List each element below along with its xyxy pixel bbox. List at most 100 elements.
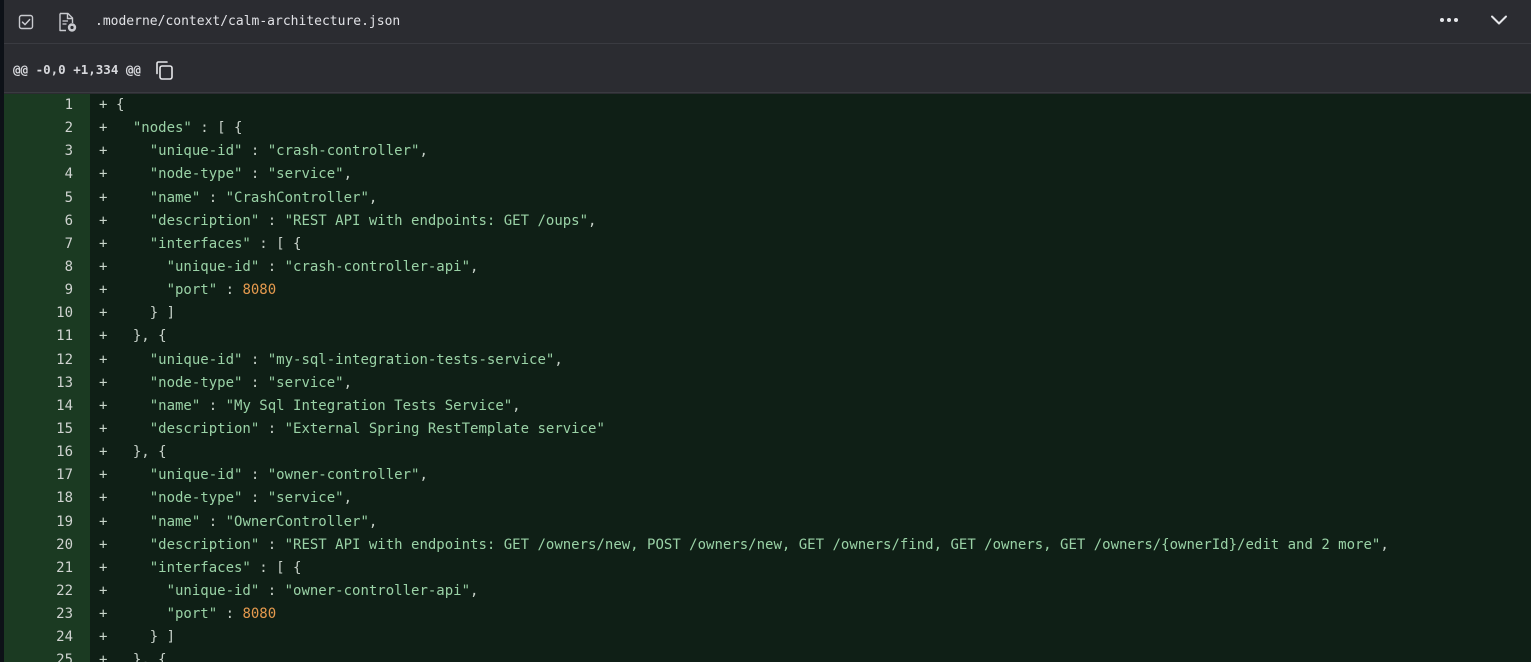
code-token: : [ { [191,120,243,137]
diff-line: 8 + "unique-id" : "crash-controller-api", [4,256,1531,279]
code-text: "description" : "REST API with endpoints… [116,210,597,233]
code-token: "port" [166,606,218,623]
code-text: { [116,94,124,117]
line-number: 25 [56,652,73,662]
line-number: 21 [56,559,73,576]
line-number: 10 [56,305,73,322]
diff-line: 23 + "port" : 8080 [4,603,1531,626]
code-token: , [343,374,353,391]
line-number: 8 [64,258,73,275]
code-token: : [217,282,243,299]
code-token: "OwnerController" [225,513,369,530]
code-token: "service" [267,166,344,183]
code-token: "External Spring RestTemplate service" [284,420,605,437]
code-token: "description" [149,536,260,553]
file-path: .moderne/context/calm-architecture.json [95,14,401,29]
diff-body: 1 + {2 + "nodes" : [ {3 + "unique-id" : "cra… [4,94,1531,662]
code-token: , [343,166,353,183]
code-token: "node-type" [149,374,243,391]
code-token: 8080 [242,606,277,623]
added-marker: + [99,513,108,530]
code-token: , [343,490,353,507]
diff-line: 14 + "name" : "My Sql Integration Tests S… [4,395,1531,418]
line-number: 16 [56,444,73,461]
code-token: , [470,582,479,599]
added-marker: + [99,305,108,322]
code-token: : [259,258,285,275]
line-number: 22 [56,582,73,599]
added-marker: + [99,559,108,576]
line-number: 12 [56,351,73,368]
code-text: "interfaces" : [ { [116,233,302,256]
diff-line: 1 + { [4,94,1531,117]
hunk-header: @@ -0,0 +1,334 @@ [4,45,1531,93]
code-token: }, { [132,328,167,345]
code-text: "unique-id" : "crash-controller", [116,140,428,163]
code-token: : [200,189,226,206]
diff-line: 2 + "nodes" : [ { [4,117,1531,140]
code-token: "name" [149,513,201,530]
code-text: "name" : "CrashController", [116,187,378,210]
code-token: "service" [267,374,344,391]
diff-file-panel: .moderne/context/calm-architecture.json … [4,0,1531,662]
code-token: "unique-id" [166,582,260,599]
code-token: "My Sql Integration Tests Service" [225,397,513,414]
line-number: 5 [64,189,73,206]
code-token: : [259,536,285,553]
code-token: }, { [132,444,167,461]
code-token: "owner-controller-api" [284,582,471,599]
code-token: , [588,212,597,229]
code-token: "service" [267,490,344,507]
file-settings-icon [57,11,77,33]
code-token: "REST API with endpoints: GET /owners/ne… [284,536,1381,553]
checkbox-checked-icon[interactable] [18,14,34,30]
code-token: "owner-controller" [267,467,420,484]
code-token: "node-type" [149,490,243,507]
code-text: "port" : 8080 [116,279,277,302]
code-token: "description" [149,420,260,437]
diff-lines: 1 + {2 + "nodes" : [ {3 + "unique-id" : "cra… [4,94,1531,662]
code-token: "CrashController" [225,189,369,206]
diff-line: 10 + } ] [4,302,1531,325]
line-number: 19 [56,513,73,530]
code-token: , [368,513,378,530]
code-token: : [200,397,226,414]
code-token: : [ { [250,235,302,252]
code-text: "name" : "My Sql Integration Tests Servi… [116,395,521,418]
diff-line: 16 + }, { [4,441,1531,464]
hunk-range: @@ -0,0 +1,334 @@ [13,62,141,77]
code-token: : [259,582,285,599]
added-marker: + [99,582,108,599]
diff-line: 9 + "port" : 8080 [4,279,1531,302]
code-token: : [259,212,285,229]
line-number: 13 [56,374,73,391]
diff-line: 15 + "description" : "External Spring Res… [4,418,1531,441]
diff-line: 6 + "description" : "REST API with endpoi… [4,210,1531,233]
chevron-down-icon[interactable] [1488,9,1510,31]
more-horizontal-icon[interactable] [1438,11,1460,29]
code-token: , [419,467,428,484]
added-marker: + [99,282,108,299]
code-token: , [512,397,521,414]
added-marker: + [99,258,108,275]
code-text: "name" : "OwnerController", [116,511,378,534]
code-token: "crash-controller-api" [284,258,471,275]
code-token: "name" [149,189,201,206]
code-text: }, { [116,649,167,662]
line-number: 18 [56,490,73,507]
line-number: 9 [64,282,73,299]
added-marker: + [99,351,108,368]
code-text: "unique-id" : "crash-controller-api", [116,256,479,279]
code-token: : [242,143,268,160]
code-token: "interfaces" [149,559,251,576]
added-marker: + [99,374,108,391]
line-number: 1 [64,97,73,113]
code-token: "nodes" [132,120,192,137]
code-token: 8080 [242,282,277,299]
added-marker: + [99,189,108,206]
copy-icon[interactable] [153,59,175,81]
code-token: "name" [149,397,201,414]
added-marker: + [99,212,108,229]
diff-line: 24 + } ] [4,626,1531,649]
code-token: "unique-id" [149,143,243,160]
